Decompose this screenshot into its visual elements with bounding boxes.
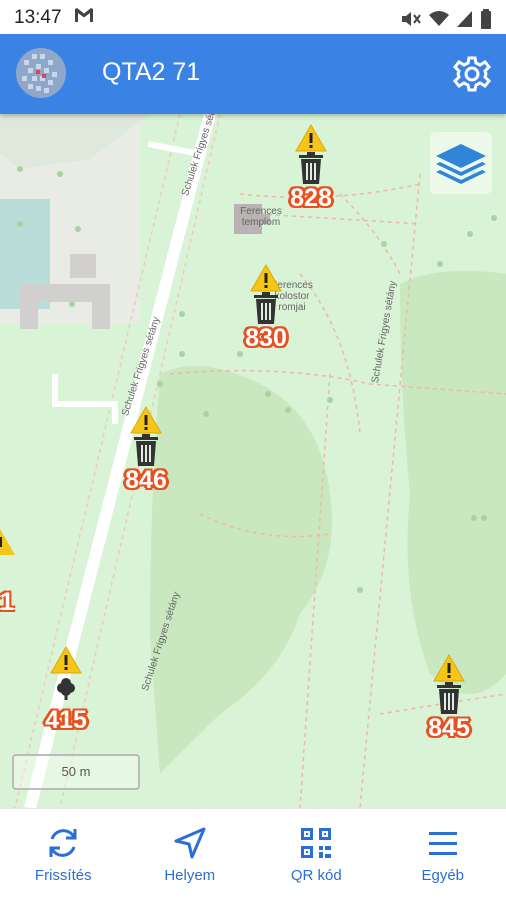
app-bar: QTA2 71 — [0, 34, 506, 114]
marker-828[interactable]: 828 — [271, 124, 351, 212]
warning-icon — [250, 264, 282, 292]
trash-icon — [437, 682, 461, 714]
trash-icon — [254, 292, 278, 324]
nav-label: QR kód — [290, 867, 342, 884]
app-title: QTA2 71 — [102, 58, 201, 86]
marker-845[interactable]: 845 — [409, 654, 489, 742]
map-view[interactable]: Schulek Frigyes sétány Schulek Frigyes s… — [0, 114, 506, 808]
nav-location[interactable]: Helyem — [127, 809, 254, 900]
battery-icon — [480, 9, 492, 29]
warning-icon — [130, 406, 162, 434]
marker-830[interactable]: 830 — [226, 264, 306, 352]
location-arrow-icon — [174, 827, 206, 859]
trash-icon — [134, 434, 158, 466]
nav-label: Frissítés — [34, 867, 92, 884]
nav-more[interactable]: Egyéb — [380, 809, 506, 900]
app-logo-icon — [14, 46, 68, 100]
warning-icon — [50, 646, 82, 674]
trash-icon — [299, 152, 323, 184]
gear-icon[interactable] — [452, 54, 492, 94]
warning-icon — [433, 654, 465, 682]
marker-label: 846 — [125, 466, 167, 494]
qr-code-icon — [301, 828, 332, 858]
scale-label: 50 m — [61, 764, 91, 779]
mute-icon — [400, 10, 422, 28]
warning-icon — [0, 529, 15, 555]
bottom-nav: Frissítés Helyem QR kód Egyéb — [0, 808, 506, 900]
marker-label: 1 — [0, 588, 14, 616]
tree-icon — [57, 678, 75, 700]
menu-icon — [428, 832, 457, 855]
marker-label: 415 — [45, 706, 87, 734]
signal-icon — [456, 10, 474, 28]
marker-label: 830 — [245, 324, 287, 352]
nav-qr[interactable]: QR kód — [253, 809, 380, 900]
marker-label: 828 — [290, 184, 332, 212]
marker-label: 845 — [428, 714, 470, 742]
marker-partial[interactable]: 1 — [0, 528, 22, 628]
marker-415[interactable]: 415 — [26, 646, 106, 734]
warning-icon — [295, 124, 327, 152]
wifi-icon — [428, 10, 450, 28]
nav-label: Helyem — [164, 867, 216, 884]
layers-icon[interactable] — [430, 132, 492, 194]
status-bar: 13:47 — [0, 0, 506, 34]
scale-bar: 50 m — [12, 754, 140, 790]
nav-label: Egyéb — [421, 867, 465, 884]
marker-846[interactable]: 846 — [106, 406, 186, 494]
gmail-icon — [74, 7, 94, 29]
refresh-icon — [49, 829, 77, 857]
nav-refresh[interactable]: Frissítés — [0, 809, 127, 900]
status-time: 13:47 — [14, 7, 62, 28]
